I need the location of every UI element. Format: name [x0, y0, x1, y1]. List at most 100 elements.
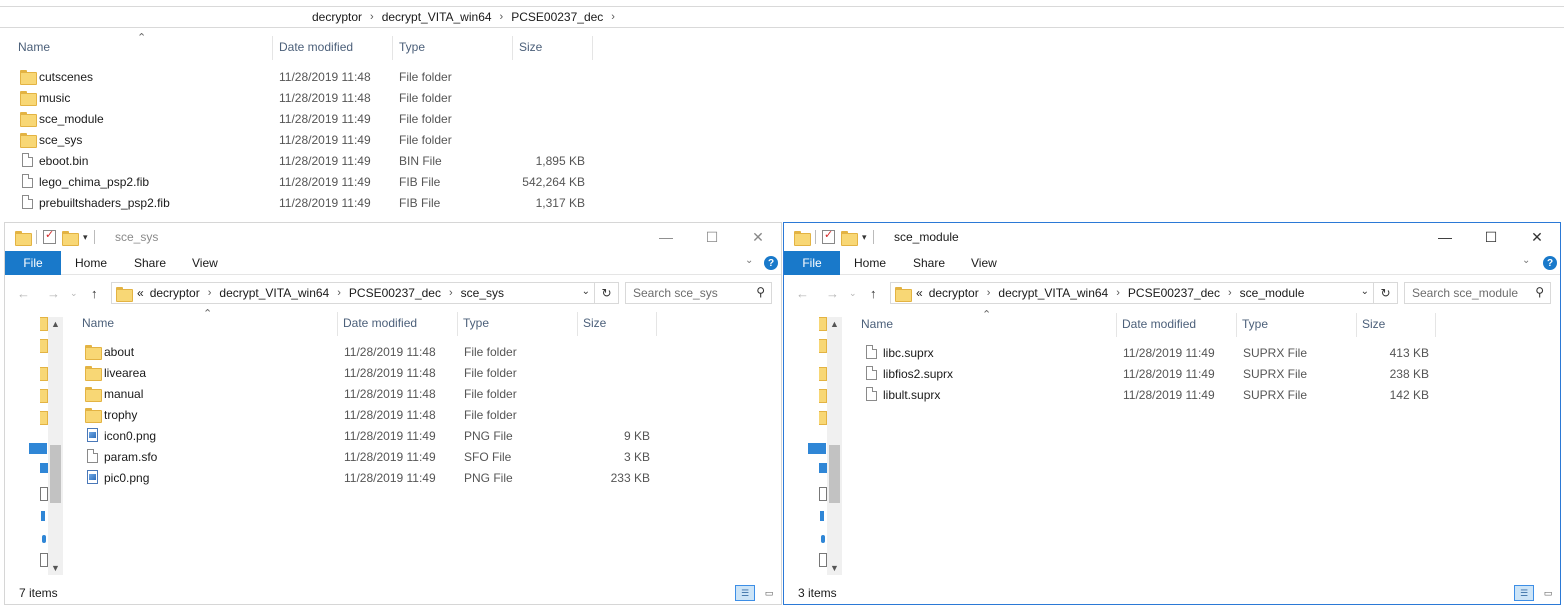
download-icon[interactable] — [41, 511, 45, 521]
file-row[interactable]: param.sfo 11/28/2019 11:49 SFO File 3 KB — [65, 446, 665, 467]
column-header-name[interactable]: Name — [82, 310, 337, 336]
scroll-up-icon[interactable]: ▲ — [827, 317, 842, 331]
file-row[interactable]: icon0.png 11/28/2019 11:49 PNG File 9 KB — [65, 425, 665, 446]
tab-file[interactable]: File — [5, 251, 61, 275]
breadcrumb-item[interactable]: decrypt_VITA_win64 — [219, 286, 329, 300]
column-header-date[interactable]: Date modified — [279, 34, 391, 60]
folder-icon[interactable] — [819, 317, 827, 331]
address-dropdown-icon[interactable]: ⌄ — [1361, 286, 1369, 297]
title-bar[interactable]: ▾ sce_sys — ☐ ✕ — [5, 223, 781, 251]
column-divider[interactable] — [512, 36, 513, 60]
address-bar[interactable]: decryptor › decrypt_VITA_win64 › PCSE002… — [0, 6, 1564, 28]
address-bar[interactable]: « decryptor › decrypt_VITA_win64 › PCSE0… — [111, 282, 619, 304]
maximize-button[interactable]: ☐ — [689, 223, 735, 251]
minimize-button[interactable]: — — [1422, 223, 1468, 251]
title-bar[interactable]: ▾ sce_module — ☐ ✕ — [784, 223, 1560, 251]
details-view-icon[interactable]: ☰ — [735, 585, 755, 601]
new-folder-icon[interactable] — [62, 230, 79, 246]
file-row[interactable]: libc.suprx 11/28/2019 11:49 SUPRX File 4… — [844, 342, 1444, 363]
tab-view[interactable]: View — [192, 251, 218, 275]
refresh-icon[interactable]: ↻ — [1373, 283, 1397, 303]
back-arrow-icon[interactable]: ← — [17, 283, 30, 303]
folder-icon[interactable] — [40, 317, 48, 331]
column-divider[interactable] — [577, 312, 578, 336]
scrollbar-thumb[interactable] — [829, 445, 840, 503]
breadcrumb-item[interactable]: sce_module — [1240, 286, 1305, 300]
navigation-scrollbar[interactable]: ▲ ▼ — [827, 317, 842, 575]
network-icon[interactable] — [821, 535, 825, 543]
file-row[interactable]: manual 11/28/2019 11:48 File folder — [65, 383, 665, 404]
breadcrumb-item[interactable]: decryptor — [312, 10, 362, 24]
folder-icon[interactable] — [819, 367, 827, 381]
refresh-icon[interactable]: ↻ — [594, 283, 618, 303]
breadcrumb-item[interactable]: PCSE00237_dec — [349, 286, 441, 300]
breadcrumb-item[interactable]: PCSE00237_dec — [1128, 286, 1220, 300]
forward-arrow-icon[interactable]: → — [47, 283, 60, 303]
close-button[interactable]: ✕ — [1514, 223, 1560, 251]
tab-share[interactable]: Share — [913, 251, 945, 275]
file-row[interactable]: libult.suprx 11/28/2019 11:49 SUPRX File… — [844, 384, 1444, 405]
document-icon[interactable] — [40, 553, 48, 567]
tab-file[interactable]: File — [784, 251, 840, 275]
recent-locations-icon[interactable]: ⌄ — [70, 283, 78, 303]
column-header-name[interactable]: Name — [18, 34, 268, 60]
file-row[interactable]: about 11/28/2019 11:48 File folder — [65, 341, 665, 362]
document-icon[interactable] — [819, 487, 827, 501]
file-row[interactable]: lego_chima_psp2.fib 11/28/2019 11:49 FIB… — [0, 171, 600, 192]
expand-ribbon-icon[interactable]: ⌄ — [745, 255, 753, 266]
column-divider[interactable] — [457, 312, 458, 336]
file-row[interactable]: eboot.bin 11/28/2019 11:49 BIN File 1,89… — [0, 150, 600, 171]
drive-icon[interactable] — [40, 463, 48, 473]
address-bar[interactable]: « decryptor › decrypt_VITA_win64 › PCSE0… — [890, 282, 1398, 304]
column-divider[interactable] — [592, 36, 593, 60]
column-header-size[interactable]: Size — [583, 310, 653, 336]
column-header-type[interactable]: Type — [399, 34, 509, 60]
file-row[interactable]: trophy 11/28/2019 11:48 File folder — [65, 404, 665, 425]
column-header-size[interactable]: Size — [519, 34, 589, 60]
download-icon[interactable] — [820, 511, 824, 521]
large-icons-view-icon[interactable]: ▭ — [759, 585, 779, 601]
file-row[interactable]: libfios2.suprx 11/28/2019 11:49 SUPRX Fi… — [844, 363, 1444, 384]
column-header-name[interactable]: Name — [861, 311, 1116, 337]
help-icon[interactable]: ? — [764, 256, 778, 270]
document-icon[interactable] — [40, 487, 48, 501]
tab-share[interactable]: Share — [134, 251, 166, 275]
column-divider[interactable] — [272, 36, 273, 60]
details-view-icon[interactable]: ☰ — [1514, 585, 1534, 601]
help-icon[interactable]: ? — [1543, 256, 1557, 270]
search-input[interactable]: Search sce_module ⚲ — [1404, 282, 1551, 304]
column-divider[interactable] — [656, 312, 657, 336]
scroll-up-icon[interactable]: ▲ — [48, 317, 63, 331]
column-header-size[interactable]: Size — [1362, 311, 1432, 337]
file-row[interactable]: sce_module 11/28/2019 11:49 File folder — [0, 108, 600, 129]
properties-icon[interactable] — [822, 228, 835, 244]
minimize-button[interactable]: — — [643, 223, 689, 251]
customize-toolbar-dropdown-icon[interactable]: ▾ — [862, 232, 867, 243]
file-row[interactable]: cutscenes 11/28/2019 11:48 File folder — [0, 66, 600, 87]
document-icon[interactable] — [819, 553, 827, 567]
file-row[interactable]: prebuiltshaders_psp2.fib 11/28/2019 11:4… — [0, 192, 600, 213]
breadcrumb-item[interactable]: decryptor — [150, 286, 200, 300]
breadcrumb-item[interactable]: decryptor — [929, 286, 979, 300]
drive-icon[interactable] — [819, 463, 827, 473]
search-input[interactable]: Search sce_sys ⚲ — [625, 282, 772, 304]
folder-icon[interactable] — [40, 339, 48, 353]
this-pc-icon[interactable] — [29, 443, 47, 454]
column-header-type[interactable]: Type — [463, 310, 573, 336]
properties-icon[interactable] — [43, 228, 56, 244]
file-row[interactable]: livearea 11/28/2019 11:48 File folder — [65, 362, 665, 383]
file-row[interactable]: music 11/28/2019 11:48 File folder — [0, 87, 600, 108]
address-dropdown-icon[interactable]: ⌄ — [582, 286, 590, 297]
recent-locations-icon[interactable]: ⌄ — [849, 283, 857, 303]
breadcrumb-overflow[interactable]: « — [137, 286, 144, 300]
scrollbar-thumb[interactable] — [50, 445, 61, 503]
tab-home[interactable]: Home — [75, 251, 107, 275]
folder-icon[interactable] — [40, 411, 48, 425]
up-arrow-icon[interactable]: ↑ — [91, 283, 98, 303]
column-divider[interactable] — [1116, 313, 1117, 337]
column-divider[interactable] — [1236, 313, 1237, 337]
folder-icon[interactable] — [819, 389, 827, 403]
column-divider[interactable] — [1356, 313, 1357, 337]
folder-icon[interactable] — [40, 389, 48, 403]
tab-home[interactable]: Home — [854, 251, 886, 275]
